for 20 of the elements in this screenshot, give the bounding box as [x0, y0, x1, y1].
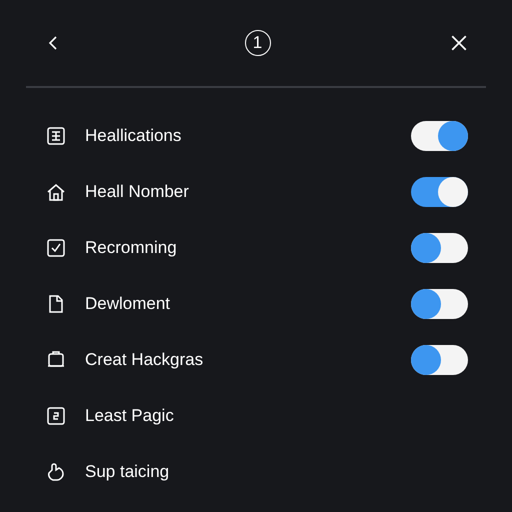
hand-icon [46, 462, 66, 482]
setting-label: Sup taicing [85, 462, 170, 482]
setting-label: Least Pagic [85, 406, 175, 426]
setting-label: Creat Hackgras [85, 350, 204, 370]
square-icon [46, 406, 66, 426]
toggle-switch[interactable] [411, 121, 468, 151]
setting-label: Heall Nomber [85, 182, 190, 202]
device-icon [46, 350, 66, 370]
toggle-switch[interactable] [411, 345, 468, 375]
setting-label: Heallications [85, 126, 182, 146]
toggle-switch[interactable] [411, 177, 468, 207]
toggle-switch[interactable] [411, 289, 468, 319]
step-number: 1 [244, 30, 270, 56]
close-icon[interactable] [450, 34, 468, 52]
setting-label: Dewloment [85, 294, 172, 314]
toggle-switch[interactable] [411, 233, 468, 263]
checkbox-icon [46, 238, 66, 258]
list-icon [46, 126, 66, 146]
setting-label: Recromning [85, 238, 178, 258]
house-icon [46, 182, 66, 202]
